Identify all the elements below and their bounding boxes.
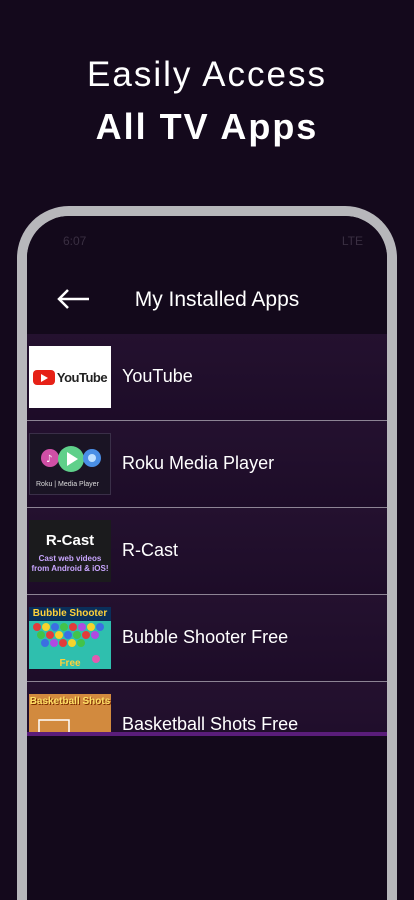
roku-media-icons: ♪ bbox=[41, 446, 101, 472]
phone-frame: 6:07 LTE My Installed Apps YouTube YouTu… bbox=[17, 206, 397, 900]
basketball-shots-thumbnail: Basketball Shots bbox=[29, 694, 111, 732]
app-row-youtube[interactable]: YouTube YouTube bbox=[27, 334, 387, 421]
phone-screen: 6:07 LTE My Installed Apps YouTube YouTu… bbox=[27, 216, 387, 900]
app-row-roku[interactable]: ♪ Roku | Media Player Roku Media Player bbox=[27, 421, 387, 508]
rcast-thumbnail: R-Cast Cast web videos from Android & iO… bbox=[29, 520, 111, 582]
youtube-thumb-text: YouTube bbox=[56, 369, 108, 385]
app-row-basketball-shots[interactable]: Basketball Shots Basketball Shots Free bbox=[27, 682, 387, 732]
rcast-thumb-text: Cast web videos from Android & iOS! bbox=[31, 554, 109, 573]
promo-headline-line2: All TV Apps bbox=[95, 106, 319, 147]
bubble-thumb-text: Free bbox=[59, 658, 81, 669]
app-row-rcast[interactable]: R-Cast Cast web videos from Android & iO… bbox=[27, 508, 387, 595]
empty-area bbox=[27, 736, 387, 900]
bubble-shooter-thumbnail: Bubble Shooter Free bbox=[29, 607, 111, 669]
status-indicators: LTE bbox=[341, 234, 363, 248]
roku-thumbnail: ♪ Roku | Media Player bbox=[29, 433, 111, 495]
svg-text:♪: ♪ bbox=[46, 454, 52, 465]
status-time: 6:07 bbox=[63, 234, 87, 248]
roku-thumb-text: Roku | Media Player bbox=[36, 481, 99, 488]
app-row-bubble-shooter[interactable]: Bubble Shooter Free Bubble Shooter Free bbox=[27, 595, 387, 682]
youtube-thumbnail: YouTube bbox=[29, 346, 111, 408]
promo-headline-line1: Easily Access bbox=[87, 55, 327, 94]
youtube-logo-icon bbox=[32, 369, 55, 385]
page-title: My Installed Apps bbox=[134, 288, 300, 311]
installed-apps-list[interactable]: YouTube YouTube ♪ Roku | Media Player Ro… bbox=[27, 334, 387, 732]
app-name: YouTube bbox=[122, 366, 193, 386]
app-name: Bubble Shooter Free bbox=[122, 627, 289, 647]
app-name: Roku Media Player bbox=[122, 453, 275, 473]
app-name: R-Cast bbox=[122, 540, 179, 560]
rcast-thumb-title: R-Cast bbox=[45, 532, 95, 549]
basketball-hoop-graphic bbox=[38, 719, 70, 732]
status-bar: 6:07 LTE bbox=[27, 234, 387, 254]
navbar: My Installed Apps bbox=[27, 266, 387, 336]
app-name: Basketball Shots Free bbox=[122, 714, 299, 732]
